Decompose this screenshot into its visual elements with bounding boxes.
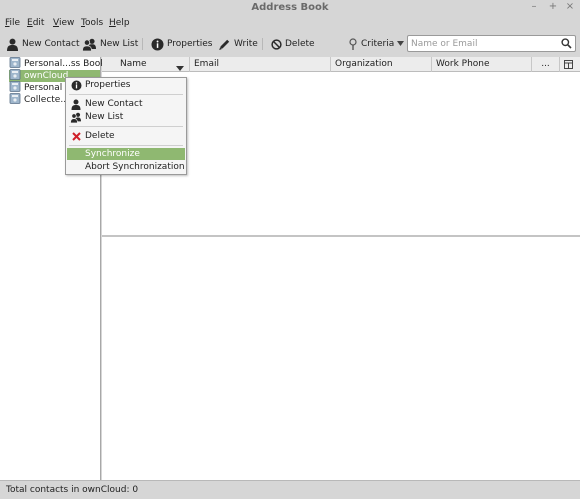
toolbar-separator [142, 38, 143, 50]
column-name[interactable]: Name [102, 57, 190, 72]
menu-bar: File Edit View Tools Help [0, 16, 580, 31]
people-icon [82, 38, 97, 51]
status-bar: Total contacts in ownCloud: 0 [0, 480, 580, 499]
toolbar-separator [262, 38, 263, 50]
close-button[interactable]: × [564, 1, 576, 12]
column-picker[interactable] [560, 57, 580, 72]
context-menu-synchronize[interactable]: Synchronize [67, 148, 185, 160]
magnifier-icon [348, 37, 358, 51]
info-icon [69, 80, 83, 91]
criteria-label: Criteria [361, 39, 395, 49]
context-menu-delete[interactable]: Delete [67, 130, 185, 142]
person-icon [69, 99, 83, 110]
address-book-personal-address-book[interactable]: Personal...ss Book [9, 57, 105, 70]
menu-file[interactable]: File [5, 18, 20, 28]
status-text: Total contacts in ownCloud: 0 [6, 485, 139, 495]
search-icon[interactable] [561, 38, 572, 52]
sort-descending-icon [176, 62, 184, 77]
dropdown-arrow-icon [397, 41, 405, 47]
context-menu-label: New List [85, 112, 124, 122]
person-icon [6, 38, 19, 51]
criteria-dropdown[interactable]: Criteria [348, 36, 405, 52]
properties-label: Properties [167, 39, 213, 49]
new-contact-label: New Contact [22, 39, 80, 49]
people-icon [69, 112, 83, 123]
contact-preview-pane [102, 237, 580, 480]
column-header-row: Name Email Organization Work Phone ... [102, 57, 580, 72]
menu-separator [69, 94, 183, 95]
context-menu-label: Properties [85, 80, 131, 90]
column-organization[interactable]: Organization [331, 57, 432, 72]
column-work-phone[interactable]: Work Phone [432, 57, 532, 72]
write-label: Write [234, 39, 258, 49]
search-field[interactable] [407, 35, 576, 52]
title-bar: Address Book – + × [0, 0, 580, 16]
menu-view[interactable]: View [53, 18, 74, 28]
search-input[interactable] [411, 37, 559, 50]
new-contact-button[interactable]: New Contact [6, 36, 80, 52]
context-menu-new-contact[interactable]: New Contact [67, 98, 185, 110]
menu-help[interactable]: Help [109, 18, 130, 28]
delete-label: Delete [285, 39, 315, 49]
window-title: Address Book [251, 2, 329, 13]
delete-button[interactable]: Delete [271, 36, 315, 52]
context-menu-label: New Contact [85, 99, 143, 109]
menu-tools[interactable]: Tools [81, 18, 103, 28]
properties-button[interactable]: Properties [151, 36, 212, 52]
column-name-label: Name [120, 59, 147, 69]
context-menu-label: Synchronize [85, 149, 140, 159]
tree-item-label: Personal [24, 83, 63, 93]
menu-separator [69, 126, 183, 127]
pencil-icon [218, 38, 231, 51]
context-menu-properties[interactable]: Properties [67, 79, 185, 91]
minimize-button[interactable]: – [528, 1, 540, 12]
column-email[interactable]: Email [190, 57, 331, 72]
column-picker-icon [564, 60, 573, 72]
menu-separator [69, 145, 183, 146]
context-menu-abort-synchronization[interactable]: Abort Synchronization [67, 161, 185, 173]
no-entry-icon [271, 38, 282, 50]
new-list-button[interactable]: New List [82, 36, 138, 52]
new-list-label: New List [100, 39, 139, 49]
context-menu: Properties New Contact New List Delete S… [65, 77, 187, 175]
maximize-button[interactable]: + [547, 1, 559, 12]
red-x-icon [69, 131, 83, 141]
context-menu-label: Delete [85, 131, 115, 141]
context-menu-new-list[interactable]: New List [67, 111, 185, 123]
context-menu-label: Abort Synchronization [85, 162, 185, 172]
tree-item-label: ownCloud [24, 71, 69, 81]
write-button[interactable]: Write [218, 36, 258, 52]
menu-edit[interactable]: Edit [27, 18, 44, 28]
info-icon [151, 38, 164, 51]
tree-item-label: Personal...ss Book [24, 59, 106, 69]
address-book-icon [9, 93, 21, 107]
column-more[interactable]: ... [532, 57, 560, 72]
tree-item-label: Collecte... [24, 95, 69, 105]
